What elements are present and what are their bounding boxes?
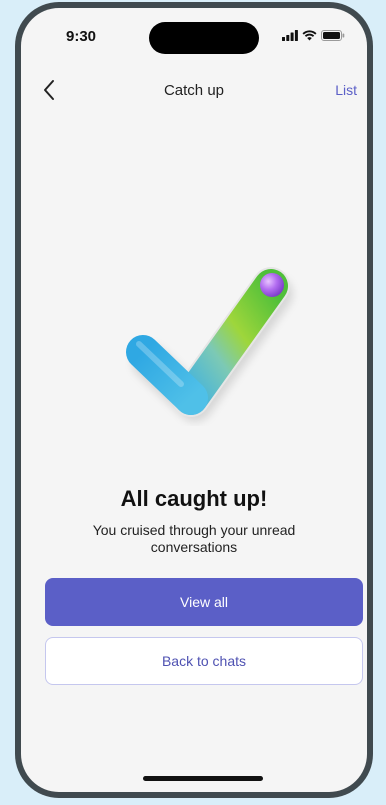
dynamic-island bbox=[149, 22, 259, 54]
list-button[interactable]: List bbox=[335, 82, 357, 98]
screen: 9:30 Catch up List All caught up! You cr… bbox=[21, 8, 367, 792]
wifi-icon bbox=[302, 30, 317, 41]
subtext: You cruised through your unread conversa… bbox=[92, 522, 296, 555]
status-time: 9:30 bbox=[66, 28, 97, 45]
checkmark-illustration bbox=[126, 267, 293, 422]
headline: All caught up! bbox=[120, 486, 268, 511]
status-icons bbox=[282, 30, 345, 41]
view-all-button[interactable]: View all bbox=[45, 578, 363, 626]
status-bar: 9:30 bbox=[21, 8, 367, 64]
phone-frame: 9:30 Catch up List All caught up! You cr… bbox=[15, 2, 373, 798]
home-indicator bbox=[143, 776, 263, 781]
navigation-bar: Catch up List bbox=[21, 70, 367, 110]
back-to-chats-button[interactable]: Back to chats bbox=[45, 637, 363, 685]
battery-icon bbox=[321, 30, 345, 41]
page-title: Catch up bbox=[163, 82, 225, 99]
signal-icon bbox=[282, 30, 298, 41]
